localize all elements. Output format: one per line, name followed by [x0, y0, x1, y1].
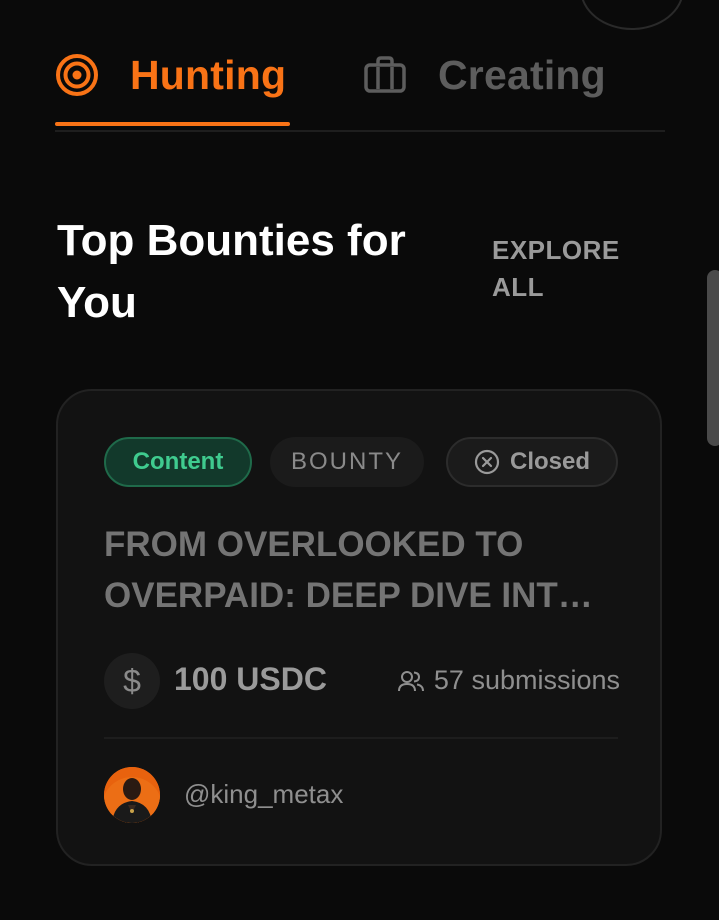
tab-bar: Hunting Creating [55, 30, 665, 132]
status-label: Closed [509, 448, 590, 475]
tab-hunting-label: Hunting [130, 51, 287, 98]
author-handle[interactable]: @king_metax [184, 779, 343, 810]
briefcase-icon [363, 55, 407, 95]
target-icon [55, 53, 99, 97]
dollar-icon: $ [104, 653, 160, 709]
scrollbar-handle[interactable] [707, 270, 719, 446]
close-circle-icon [474, 449, 500, 475]
bounty-title[interactable]: FROM OVERLOOKED TO OVERPAID: DEEP DIVE I… [104, 519, 624, 621]
bounty-card[interactable]: Content BOUNTY Closed FROM OVERLOOKED TO… [56, 389, 662, 866]
status-badge: Closed [446, 437, 618, 487]
profile-button-edge[interactable] [580, 0, 684, 30]
reward-amount: 100 USDC [174, 661, 327, 697]
submissions-label: 57 submissions [433, 665, 620, 695]
author-row[interactable]: @king_metax [104, 767, 504, 823]
tab-creating-label: Creating [438, 51, 606, 98]
category-badge: Content [104, 437, 252, 487]
bounties-page: Hunting Creating Top Bounties for You EX… [0, 0, 719, 920]
avatar[interactable] [104, 767, 160, 823]
card-divider [104, 737, 618, 739]
section-title: Top Bounties for You [57, 216, 406, 327]
tab-hunting[interactable]: Hunting [55, 40, 286, 110]
active-tab-indicator [55, 122, 290, 126]
reward-row: $ 100 USDC 57 submissions [104, 653, 620, 709]
tab-creating[interactable]: Creating [363, 40, 606, 110]
submissions-count: 57 submissions [397, 665, 620, 696]
users-icon [397, 669, 424, 693]
explore-all-link[interactable]: EXPLORE ALL [492, 232, 642, 306]
type-badge: BOUNTY [270, 437, 424, 487]
